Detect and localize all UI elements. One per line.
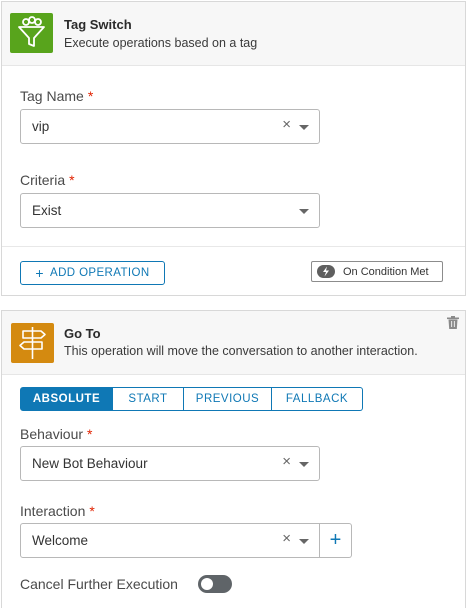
goto-mode-tabs: ABSOLUTE START PREVIOUS FALLBACK — [20, 387, 363, 411]
required-mark: * — [69, 172, 75, 188]
tag-name-value: vip — [32, 119, 50, 134]
add-operation-label: ADD OPERATION — [50, 267, 150, 279]
tab-previous[interactable]: PREVIOUS — [184, 387, 272, 411]
on-condition-met-label: On Condition Met — [343, 265, 429, 278]
required-mark: * — [89, 503, 95, 519]
criteria-select[interactable]: Exist — [20, 193, 320, 228]
chevron-down-icon[interactable] — [299, 125, 309, 130]
plus-icon: + — [329, 529, 342, 551]
behaviour-label: Behaviour * — [20, 426, 93, 442]
required-mark: * — [87, 88, 94, 104]
tag-name-label: Tag Name * — [20, 88, 93, 104]
lightning-icon — [317, 265, 335, 278]
interaction-value: Welcome — [32, 533, 89, 548]
toggle-knob — [201, 578, 213, 590]
clear-icon[interactable]: × — [282, 454, 291, 470]
interaction-label: Interaction * — [20, 503, 95, 519]
go-to-title: Go To — [64, 326, 101, 341]
tab-fallback[interactable]: FALLBACK — [272, 387, 363, 411]
cancel-execution-toggle[interactable] — [198, 575, 232, 593]
criteria-label-text: Criteria — [20, 172, 66, 188]
tag-switch-card: Tag Switch Execute operations based on a… — [1, 1, 466, 296]
add-interaction-button[interactable]: + — [320, 523, 352, 558]
plus-icon: + — [35, 265, 44, 281]
add-operation-button[interactable]: + ADD OPERATION — [20, 261, 165, 285]
required-mark: * — [87, 426, 93, 442]
clear-icon[interactable]: × — [282, 117, 291, 133]
behaviour-label-text: Behaviour — [20, 426, 84, 442]
tag-filter-icon — [10, 13, 53, 53]
criteria-label: Criteria * — [20, 172, 75, 188]
behaviour-value: New Bot Behaviour — [32, 456, 148, 471]
cancel-execution-label: Cancel Further Execution — [20, 576, 178, 592]
tag-name-select[interactable]: vip × — [20, 109, 320, 144]
interaction-select[interactable]: Welcome × — [20, 523, 320, 558]
go-to-card: Go To This operation will move the conve… — [1, 310, 466, 608]
tag-switch-subtitle: Execute operations based on a tag — [64, 36, 258, 50]
chevron-down-icon[interactable] — [299, 539, 309, 544]
behaviour-select[interactable]: New Bot Behaviour × — [20, 446, 320, 481]
tag-switch-title: Tag Switch — [64, 17, 132, 32]
on-condition-met-chip[interactable]: On Condition Met — [311, 261, 443, 282]
divider — [2, 246, 465, 247]
chevron-down-icon[interactable] — [299, 462, 309, 467]
tag-switch-header: Tag Switch Execute operations based on a… — [2, 2, 465, 66]
tag-name-label-text: Tag Name — [20, 88, 84, 104]
criteria-value: Exist — [32, 203, 62, 218]
tab-start[interactable]: START — [113, 387, 184, 411]
go-to-subtitle: This operation will move the conversatio… — [64, 344, 418, 358]
tab-absolute[interactable]: ABSOLUTE — [20, 387, 113, 411]
clear-icon[interactable]: × — [282, 531, 291, 547]
go-to-header: Go To This operation will move the conve… — [2, 311, 465, 375]
trash-icon[interactable] — [447, 316, 459, 329]
interaction-label-text: Interaction — [20, 503, 86, 519]
chevron-down-icon[interactable] — [299, 209, 309, 214]
signpost-icon — [11, 323, 54, 363]
